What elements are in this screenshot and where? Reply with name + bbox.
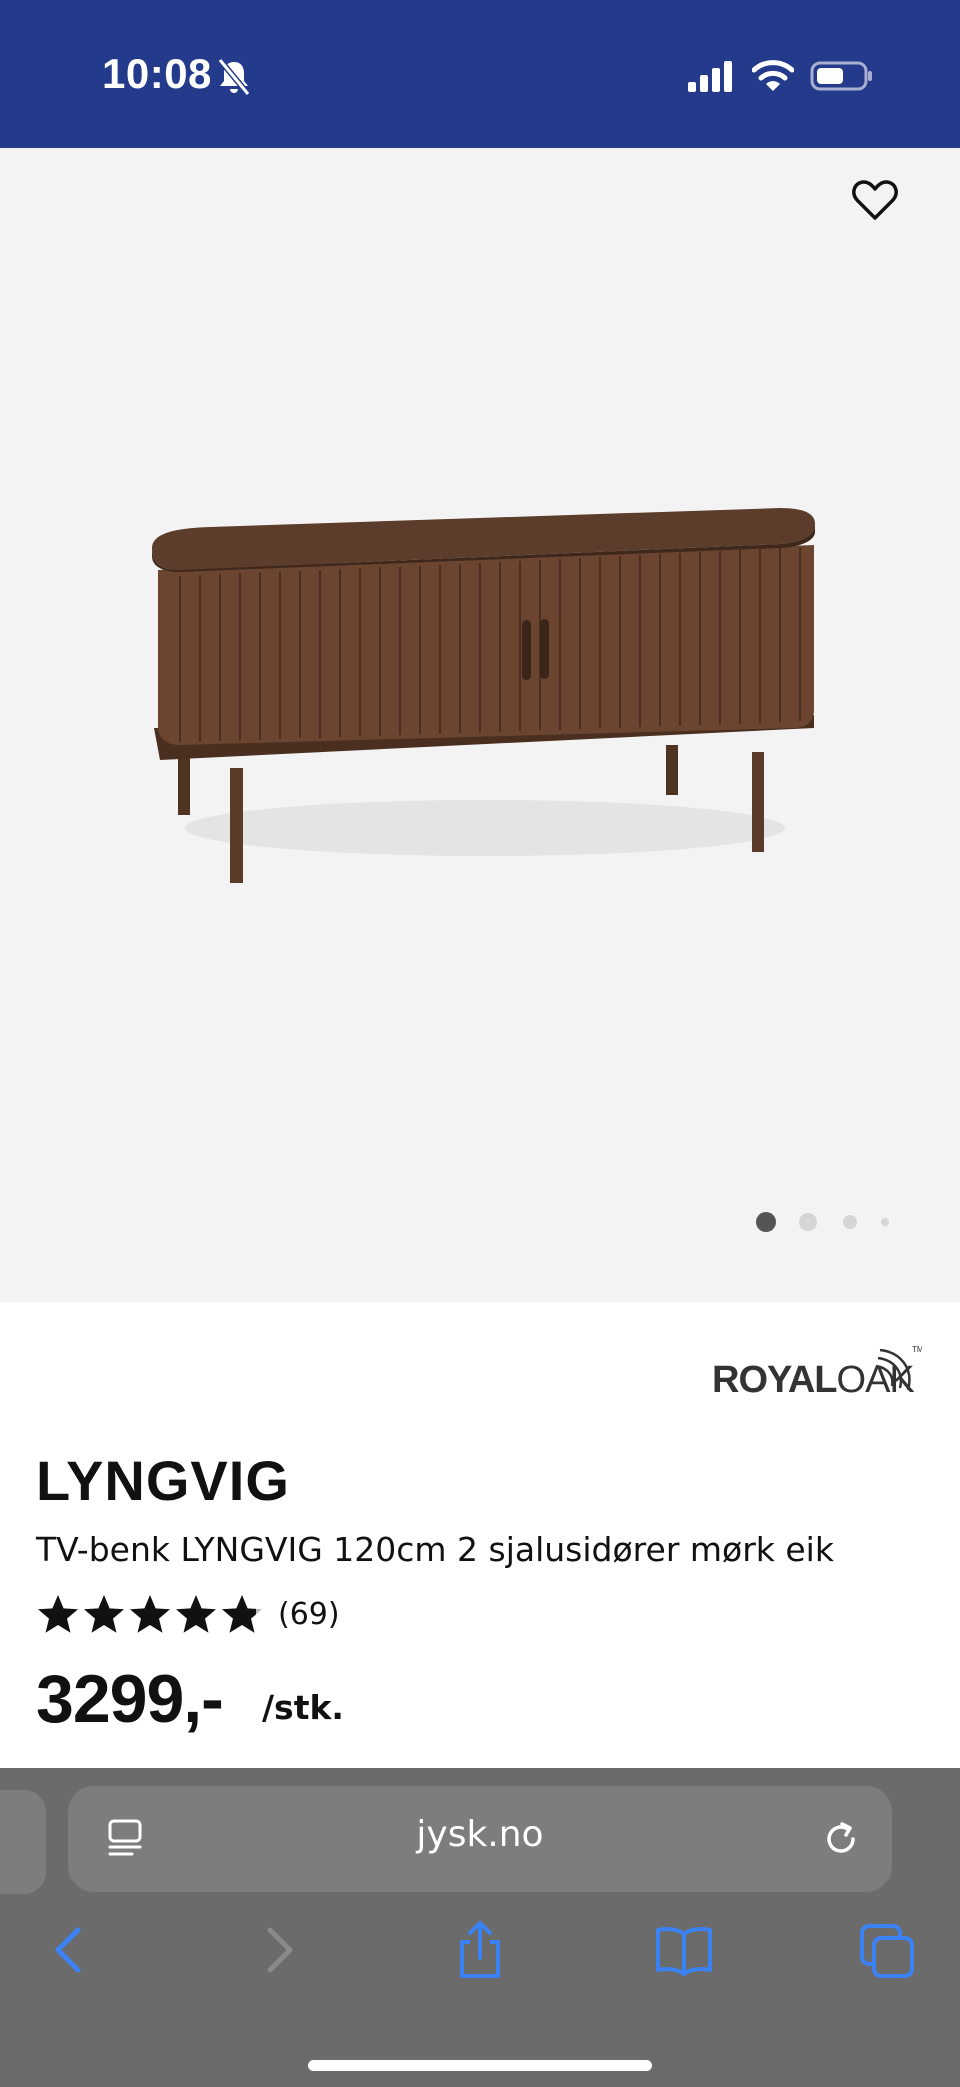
pagination-dot[interactable] (881, 1218, 889, 1226)
url-text[interactable]: jysk.no (68, 1814, 892, 1855)
star-icon (84, 1595, 124, 1633)
product-description: TV-benk LYNGVIG 120cm 2 sjalusidører mør… (36, 1530, 834, 1569)
battery-icon (810, 61, 872, 91)
home-indicator (308, 2060, 652, 2071)
product-image (152, 508, 815, 883)
svg-text:ROYALOAK: ROYALOAK (712, 1359, 914, 1401)
star-rating (36, 1593, 264, 1635)
svg-text:TM: TM (912, 1345, 922, 1354)
pagination-dot[interactable] (799, 1213, 817, 1231)
star-icon (176, 1595, 216, 1633)
pagination-dot-active[interactable] (756, 1212, 776, 1232)
price-unit: /stk. (262, 1688, 344, 1727)
star-half-icon (222, 1595, 262, 1633)
product-rating[interactable]: (69) (36, 1592, 340, 1636)
cellular-signal-icon (688, 61, 732, 92)
review-count[interactable]: (69) (278, 1597, 340, 1632)
wifi-icon (752, 60, 794, 91)
bookmarks-icon[interactable] (654, 1920, 714, 1980)
product-name: LYNGVIG (36, 1449, 290, 1512)
bell-slash-icon (217, 58, 251, 96)
brand-logo: ROYALOAK TM (712, 1345, 922, 1401)
previous-tab-preview[interactable] (0, 1790, 46, 1894)
star-icon (130, 1595, 170, 1633)
tabs-icon[interactable] (858, 1920, 918, 1980)
status-time: 10:08 (102, 50, 212, 97)
gallery-pagination[interactable] (0, 1210, 960, 1234)
status-bar: 10:08 (0, 0, 960, 148)
back-button-icon[interactable] (40, 1920, 100, 1980)
star-icon (38, 1595, 78, 1633)
share-icon[interactable] (450, 1920, 510, 1980)
browser-toolbar: jysk.no (0, 1768, 960, 2087)
favorite-heart-icon[interactable] (851, 178, 899, 222)
address-bar[interactable]: jysk.no (68, 1786, 892, 1892)
forward-button-icon[interactable] (248, 1920, 308, 1980)
reload-icon[interactable] (820, 1818, 862, 1860)
product-price: 3299,- (36, 1661, 224, 1737)
pagination-dot[interactable] (843, 1215, 857, 1229)
